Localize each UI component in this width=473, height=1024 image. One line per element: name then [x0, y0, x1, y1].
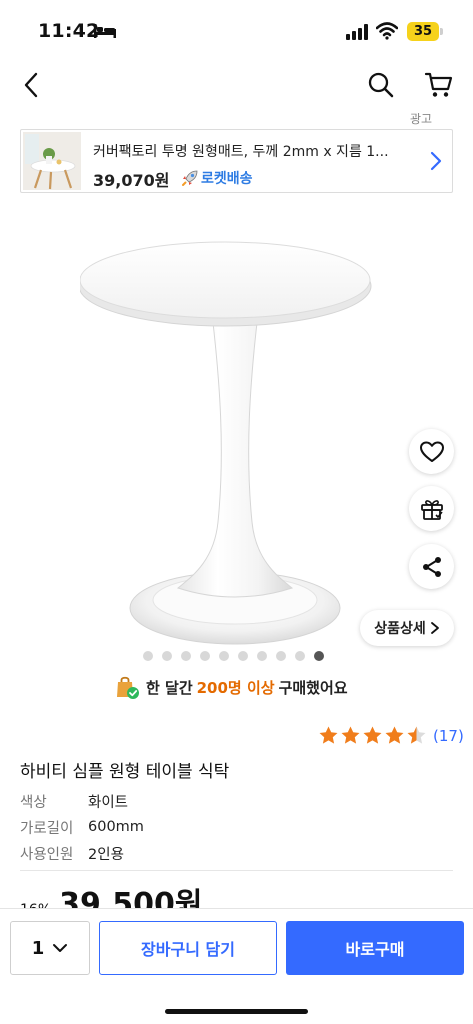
- cellular-signal-icon: [346, 24, 368, 40]
- carousel-dot[interactable]: [219, 651, 229, 661]
- chevron-right-icon: [430, 622, 439, 634]
- status-bar: 11:42 35: [0, 0, 473, 62]
- carousel-dot[interactable]: [314, 651, 324, 661]
- battery-tip: [440, 28, 443, 35]
- option-row-capacity: 사용인원 2인용: [20, 840, 144, 866]
- rating-stars: [318, 725, 428, 746]
- carousel-dot[interactable]: [200, 651, 210, 661]
- product-photo-round-table: [80, 241, 372, 645]
- rocket-delivery-badge: 로켓배송: [181, 168, 253, 188]
- ad-banner[interactable]: 커버팩토리 투명 원형매트, 두께 2mm x 지름 1... 39,070원 …: [20, 129, 453, 193]
- review-count[interactable]: (17): [433, 727, 464, 745]
- purchase-count-info: 한 달간 200명 이상 구매했어요: [114, 674, 348, 700]
- back-button[interactable]: [14, 68, 48, 102]
- option-value: 600mm: [88, 819, 144, 835]
- gift-button[interactable]: [409, 486, 454, 531]
- product-detail-button[interactable]: 상품상세: [360, 610, 454, 646]
- product-detail-label: 상품상세: [374, 621, 426, 637]
- gift-icon: [420, 499, 443, 520]
- product-title: 하비티 심플 원형 테이블 식탁: [20, 762, 230, 782]
- search-button[interactable]: [364, 68, 398, 102]
- wifi-icon: [376, 22, 398, 40]
- carousel-dot[interactable]: [181, 651, 191, 661]
- purchase-info-suffix: 구매했어요: [278, 678, 348, 697]
- home-indicator: [165, 1009, 308, 1014]
- star-icon: [319, 726, 338, 744]
- ad-thumbnail: [23, 132, 81, 190]
- product-rating[interactable]: (17): [318, 725, 464, 746]
- share-button[interactable]: [409, 544, 454, 589]
- carousel-dot[interactable]: [162, 651, 172, 661]
- status-time: 11:42: [38, 20, 100, 42]
- star-icon: [341, 726, 360, 744]
- heart-icon: [419, 441, 444, 462]
- sleep-mode-icon: [94, 24, 116, 38]
- bottom-action-bar: 1 장바구니 담기 바로구매: [0, 908, 473, 1024]
- product-image-carousel[interactable]: [0, 200, 473, 655]
- battery-level: 35: [407, 22, 439, 41]
- star-icon: [385, 726, 404, 744]
- chevron-left-icon: [24, 72, 38, 98]
- cart-icon: [424, 72, 453, 97]
- carousel-dot[interactable]: [295, 651, 305, 661]
- shopping-bag-icon: [117, 676, 139, 699]
- like-button[interactable]: [409, 429, 454, 474]
- add-to-cart-button[interactable]: 장바구니 담기: [99, 921, 277, 975]
- option-row-width: 가로길이 600mm: [20, 814, 144, 840]
- nav-bar: [0, 62, 473, 108]
- carousel-pagination: [143, 651, 324, 661]
- rocket-delivery-label: 로켓배송: [201, 171, 253, 187]
- chevron-right-icon: [430, 151, 442, 171]
- rocket-icon: [182, 170, 198, 186]
- buy-now-button[interactable]: 바로구매: [286, 921, 464, 975]
- chevron-down-icon: [53, 944, 68, 952]
- option-label: 가로길이: [20, 820, 74, 837]
- quantity-value: 1: [31, 937, 45, 959]
- option-label: 색상: [20, 794, 47, 811]
- option-label: 사용인원: [20, 846, 74, 863]
- option-value: 2인용: [88, 846, 124, 863]
- option-value: 화이트: [88, 794, 129, 811]
- cart-button[interactable]: [422, 68, 456, 102]
- ad-price: 39,070원: [93, 171, 170, 190]
- divider: [20, 870, 453, 871]
- carousel-dot[interactable]: [276, 651, 286, 661]
- option-row-color: 색상 화이트: [20, 788, 144, 814]
- ad-label: 광고: [410, 112, 433, 126]
- search-icon: [368, 72, 394, 98]
- purchase-info-highlight: 200명 이상: [196, 678, 275, 697]
- purchase-info-prefix: 한 달간: [146, 678, 193, 697]
- product-options: 색상 화이트 가로길이 600mm 사용인원 2인용: [20, 788, 144, 866]
- carousel-dot[interactable]: [257, 651, 267, 661]
- star-icon: [363, 726, 382, 744]
- quantity-select[interactable]: 1: [10, 921, 90, 975]
- carousel-dot[interactable]: [143, 651, 153, 661]
- ad-title: 커버팩토리 투명 원형매트, 두께 2mm x 지름 1...: [93, 144, 389, 160]
- carousel-dot[interactable]: [238, 651, 248, 661]
- share-icon: [422, 556, 441, 577]
- star-icon: [407, 726, 426, 744]
